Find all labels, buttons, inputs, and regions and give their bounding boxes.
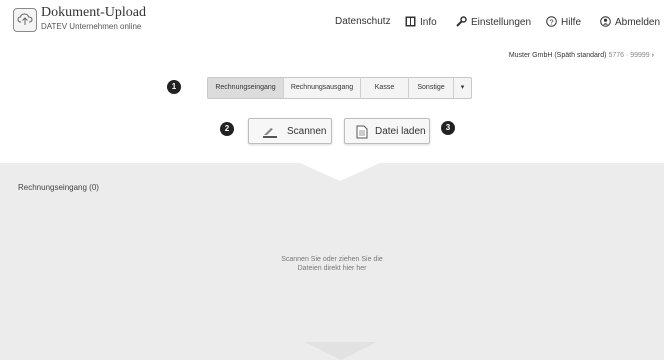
- nav-hilfe[interactable]: ? Hilfe: [546, 16, 581, 30]
- category-sonstige[interactable]: Sonstige: [409, 78, 454, 98]
- chevron-right-icon: ›: [651, 52, 654, 59]
- drop-zone-title: Rechnungseingang (0): [18, 183, 99, 192]
- account-number: 5776 · 99999: [608, 52, 650, 59]
- info-book-icon: [405, 16, 416, 30]
- app-subtitle: DATEV Unternehmen online: [41, 22, 142, 31]
- logout-user-icon: [600, 16, 611, 30]
- nav-abmelden-label: Abmelden: [615, 17, 661, 28]
- svg-text:?: ?: [549, 17, 553, 26]
- scan-button-label: Scannen: [287, 126, 327, 137]
- step-badge-1: 1: [167, 80, 181, 94]
- nav-datenschutz[interactable]: Datenschutz: [335, 16, 391, 30]
- category-more-dropdown[interactable]: ▾: [454, 78, 471, 98]
- nav-einstellungen[interactable]: Einstellungen: [456, 16, 531, 30]
- step-badge-2: 2: [220, 122, 234, 136]
- nav-abmelden[interactable]: Abmelden: [600, 16, 660, 30]
- cloud-upload-icon: [13, 8, 37, 32]
- drop-zone-hint-line-2: Dateien direkt hier her: [297, 265, 367, 272]
- step-badge-3: 3: [441, 121, 455, 135]
- scanner-icon: [263, 128, 277, 138]
- nav-einstellungen-label: Einstellungen: [471, 17, 532, 28]
- help-icon: ?: [546, 16, 557, 30]
- drop-zone-hint-line-1: Scannen Sie oder ziehen Sie die: [281, 256, 383, 263]
- upload-file-button-label: Datei laden: [375, 126, 426, 137]
- drop-zone-notch-bottom: [305, 342, 377, 360]
- upload-file-button[interactable]: Datei laden: [344, 118, 430, 144]
- drop-zone-hint: Scannen Sie oder ziehen Sie die Dateien …: [0, 255, 664, 273]
- nav-info-label: Info: [420, 17, 437, 28]
- wrench-icon: [456, 16, 467, 30]
- app-title: Dokument-Upload: [41, 5, 146, 20]
- category-selector: Rechnungseingang Rechnungsausgang Kasse …: [207, 77, 472, 99]
- nav-info[interactable]: Info: [405, 16, 437, 30]
- drop-zone-notch-top: [300, 163, 380, 181]
- account-selector[interactable]: Muster GmbH (Späth standard) 5776 · 9999…: [509, 52, 654, 59]
- document-icon: [356, 125, 368, 139]
- header: Dokument-Upload DATEV Unternehmen online…: [0, 0, 664, 40]
- nav-datenschutz-label: Datenschutz: [335, 16, 391, 27]
- scan-button[interactable]: Scannen: [248, 118, 332, 144]
- category-kasse[interactable]: Kasse: [361, 78, 409, 98]
- nav-hilfe-label: Hilfe: [561, 17, 582, 28]
- category-rechnungseingang[interactable]: Rechnungseingang: [208, 78, 284, 98]
- category-rechnungsausgang[interactable]: Rechnungsausgang: [284, 78, 361, 98]
- account-name: Muster GmbH (Späth standard): [508, 52, 607, 59]
